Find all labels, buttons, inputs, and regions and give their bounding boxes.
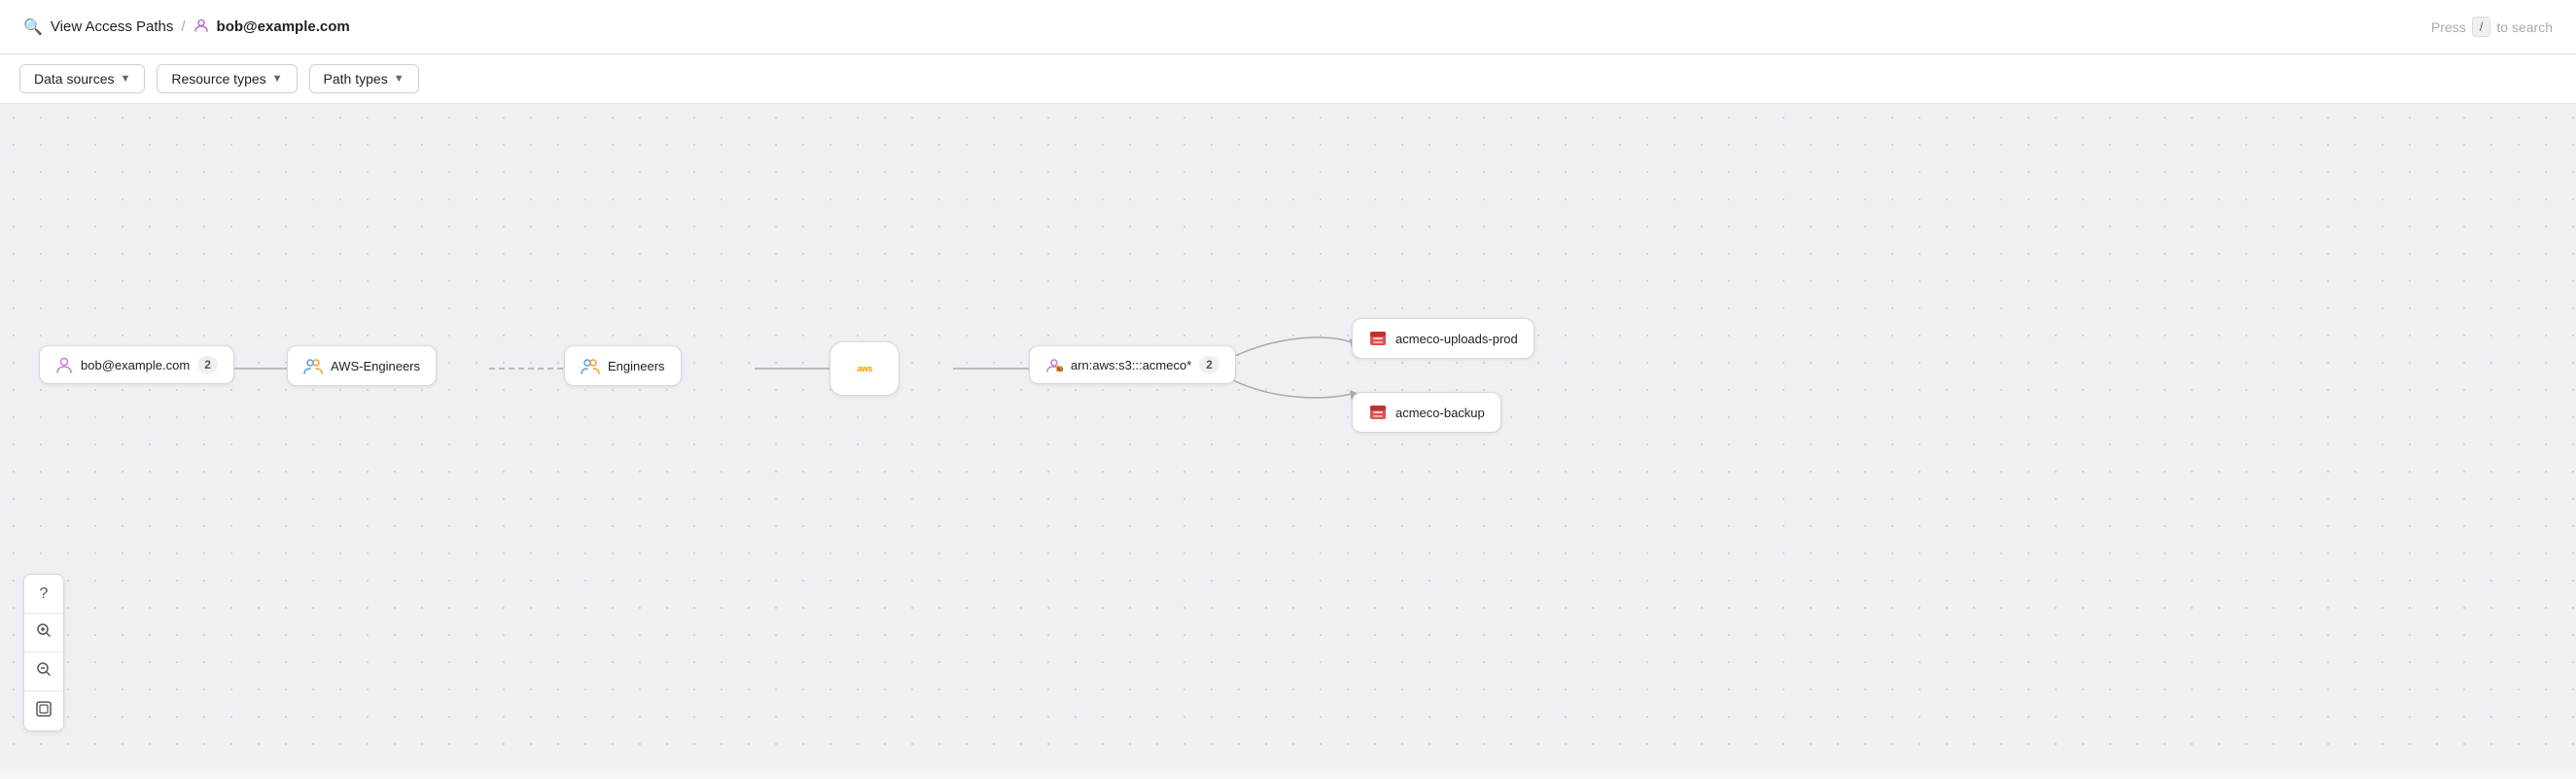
data-sources-label: Data sources <box>34 71 114 87</box>
node-arn-label: arn:aws:s3:::acmeco* <box>1071 358 1191 372</box>
slash-badge: / <box>2472 17 2491 37</box>
current-user: bob@example.com <box>217 18 350 35</box>
page-title: View Access Paths <box>51 18 173 35</box>
node-arn[interactable]: S3 arn:aws:s3:::acmeco* 2 <box>1029 345 1236 384</box>
node-aws-engineers[interactable]: AWS-Engineers <box>287 345 437 386</box>
node-arn-badge: 2 <box>1199 356 1219 373</box>
data-sources-button[interactable]: Data sources ▼ <box>19 64 145 93</box>
node-bob-label: bob@example.com <box>81 358 190 372</box>
s3-arn-icon: S3 <box>1045 356 1063 373</box>
node-backup[interactable]: acmeco-backup <box>1352 392 1501 433</box>
node-bob-badge: 2 <box>197 356 218 373</box>
node-uploads-prod[interactable]: acmeco-uploads-prod <box>1352 318 1535 359</box>
help-button[interactable]: ? <box>24 575 63 614</box>
search-hint: Press / to search <box>2431 17 2553 37</box>
graph-canvas[interactable]: bob@example.com 2 AWS-Engineers Engineer… <box>0 104 2576 770</box>
node-bob[interactable]: bob@example.com 2 <box>39 345 234 384</box>
node-aws[interactable]: aws <box>829 341 900 396</box>
svg-text:S3: S3 <box>1057 368 1063 373</box>
zoom-out-button[interactable] <box>24 653 63 691</box>
node-engineers-label: Engineers <box>608 359 665 373</box>
user-icon <box>194 18 209 36</box>
zoom-in-icon <box>36 622 52 643</box>
resource-types-chevron-icon: ▼ <box>272 73 283 85</box>
toolbar: Data sources ▼ Resource types ▼ Path typ… <box>0 54 2576 104</box>
path-types-chevron-icon: ▼ <box>394 73 405 85</box>
graph-edges <box>0 104 2576 770</box>
resource-types-button[interactable]: Resource types ▼ <box>157 64 297 93</box>
node-backup-label: acmeco-backup <box>1395 406 1485 420</box>
help-icon: ? <box>40 585 49 603</box>
search-icon: 🔍 <box>23 18 43 37</box>
node-engineers[interactable]: Engineers <box>564 345 682 386</box>
aws-logo: aws <box>857 365 872 373</box>
zoom-out-icon <box>36 661 52 682</box>
s3-backup-icon <box>1368 403 1388 422</box>
data-sources-chevron-icon: ▼ <box>120 73 130 85</box>
group-icon <box>303 356 323 375</box>
node-aws-engineers-label: AWS-Engineers <box>331 359 420 373</box>
breadcrumb-separator: / <box>181 18 185 35</box>
group-aws-icon <box>581 356 600 375</box>
node-uploads-prod-label: acmeco-uploads-prod <box>1395 332 1518 346</box>
zoom-in-button[interactable] <box>24 614 63 653</box>
s3-bucket-icon <box>1368 329 1388 348</box>
breadcrumb: 🔍 View Access Paths / bob@example.com <box>23 18 350 37</box>
header: 🔍 View Access Paths / bob@example.com Pr… <box>0 0 2576 54</box>
graph-controls: ? <box>23 574 64 731</box>
fit-icon <box>36 701 52 722</box>
search-hint-text: to search <box>2496 19 2553 35</box>
path-types-label: Path types <box>324 71 388 87</box>
fit-button[interactable] <box>24 691 63 730</box>
resource-types-label: Resource types <box>171 71 265 87</box>
path-types-button[interactable]: Path types ▼ <box>309 64 419 93</box>
user-icon <box>55 356 73 373</box>
press-label: Press <box>2431 19 2466 35</box>
